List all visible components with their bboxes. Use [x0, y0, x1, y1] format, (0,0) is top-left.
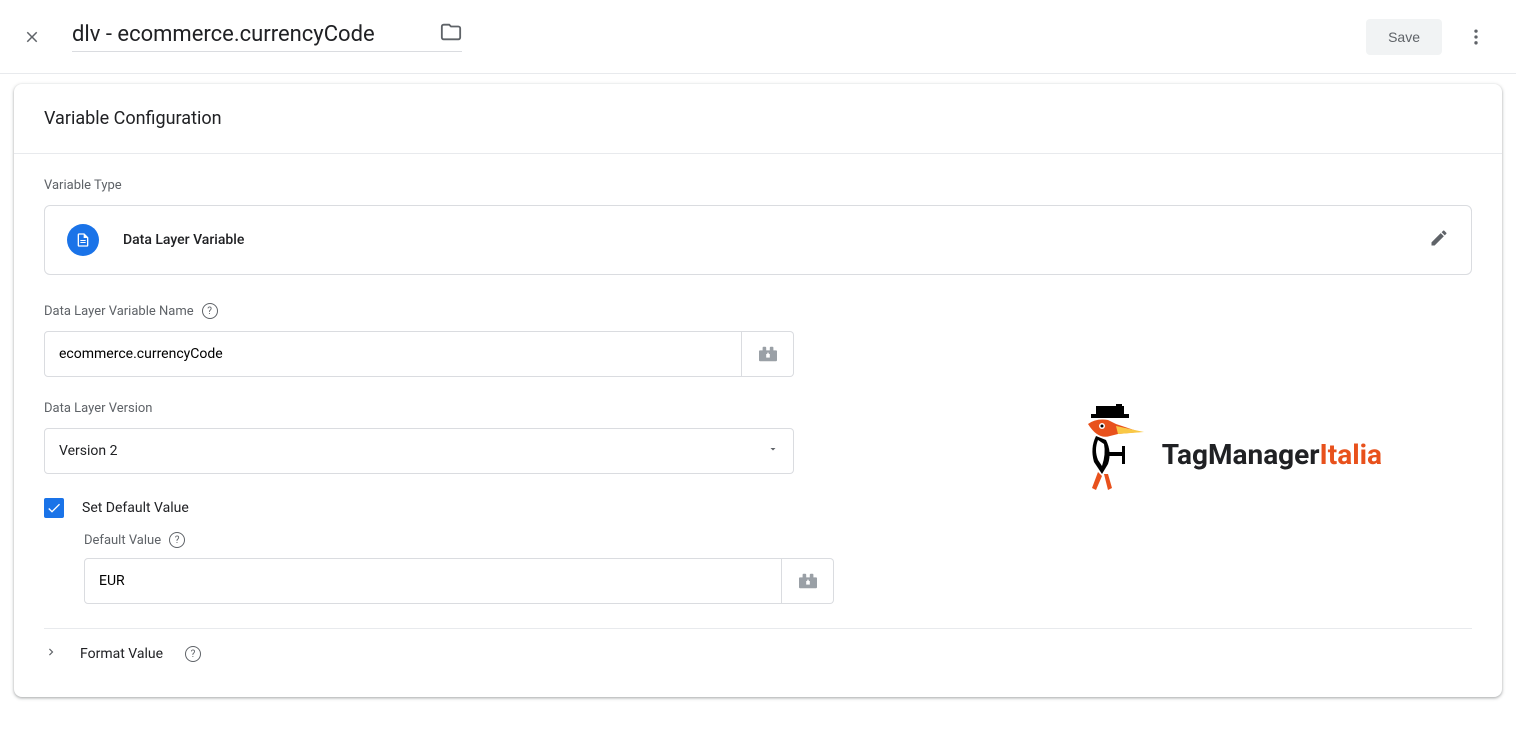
- var-name-label: Data Layer Variable Name: [44, 304, 194, 319]
- woodpecker-icon: [1068, 404, 1150, 504]
- help-icon[interactable]: ?: [169, 532, 185, 548]
- edit-icon: [1429, 228, 1449, 252]
- variable-type-name: Data Layer Variable: [123, 232, 244, 248]
- watermark-logo: TagManagerItalia: [1068, 404, 1382, 504]
- section-title: Variable Configuration: [14, 84, 1502, 154]
- format-value-label: Format Value: [80, 646, 163, 662]
- watermark-text: TagManager: [1162, 438, 1320, 471]
- close-button[interactable]: [20, 25, 44, 49]
- variable-picker-button[interactable]: [782, 558, 834, 604]
- chevron-down-icon: [767, 443, 779, 459]
- save-button[interactable]: Save: [1366, 19, 1442, 55]
- folder-icon[interactable]: [440, 21, 462, 47]
- variable-type-selector[interactable]: Data Layer Variable: [44, 205, 1472, 275]
- var-name-input[interactable]: [44, 331, 742, 377]
- brick-icon: [757, 345, 779, 363]
- version-value: Version 2: [59, 443, 117, 459]
- set-default-label: Set Default Value: [82, 500, 189, 516]
- check-icon: [46, 500, 62, 516]
- watermark-text-italia: Italia: [1320, 438, 1382, 471]
- help-icon[interactable]: ?: [202, 303, 218, 319]
- variable-type-label: Variable Type: [44, 178, 1472, 193]
- close-icon: [23, 28, 41, 46]
- chevron-right-icon: [44, 645, 58, 663]
- default-value-input[interactable]: [84, 558, 782, 604]
- brick-icon: [797, 572, 819, 590]
- format-value-expander[interactable]: Format Value ?: [44, 645, 1472, 673]
- data-layer-icon: [67, 224, 99, 256]
- default-value-label: Default Value: [84, 533, 161, 548]
- set-default-checkbox[interactable]: [44, 498, 64, 518]
- more-menu-button[interactable]: [1456, 17, 1496, 57]
- divider: [44, 628, 1472, 629]
- version-select[interactable]: Version 2: [44, 428, 794, 474]
- help-icon[interactable]: ?: [185, 646, 201, 662]
- variable-title-input[interactable]: [72, 22, 432, 47]
- more-vert-icon: [1466, 27, 1486, 47]
- variable-picker-button[interactable]: [742, 331, 794, 377]
